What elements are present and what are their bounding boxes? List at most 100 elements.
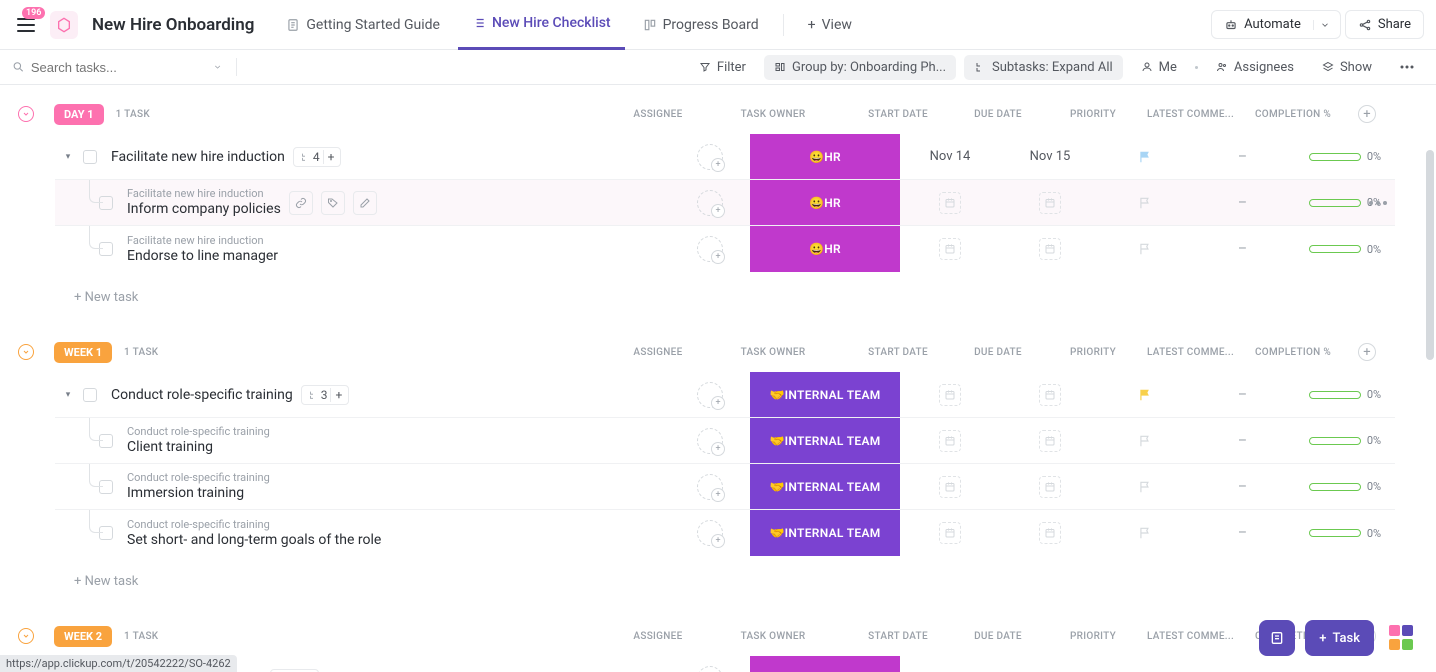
task-owner-cell[interactable]: 🤝INTERNAL TEAM	[750, 372, 900, 417]
new-task-button[interactable]: + New task	[0, 563, 1436, 599]
priority-flag-icon[interactable]	[1138, 388, 1152, 402]
priority-cell[interactable]	[1100, 134, 1190, 179]
subtask-row[interactable]: Facilitate new hire induction Endorse to…	[55, 226, 1395, 272]
more-options-button[interactable]	[1390, 60, 1424, 74]
due-date-cell[interactable]	[1000, 418, 1100, 463]
priority-cell[interactable]	[1100, 656, 1190, 672]
task-row[interactable]: ▾ Track onboarding period 3 + 😀HR Nov 14…	[55, 656, 1395, 672]
add-view-button[interactable]: + View	[794, 0, 866, 50]
subtask-row[interactable]: Conduct role-specific training Immersion…	[55, 464, 1395, 510]
copy-link-button[interactable]	[289, 191, 313, 215]
priority-cell[interactable]	[1100, 180, 1190, 225]
start-date-cell[interactable]	[900, 464, 1000, 509]
task-owner-cell[interactable]: 🤝INTERNAL TEAM	[750, 418, 900, 463]
start-date-cell[interactable]	[900, 418, 1000, 463]
subtask-row[interactable]: Conduct role-specific training Set short…	[55, 510, 1395, 556]
expand-toggle[interactable]: ▾	[61, 390, 75, 400]
assignee-add[interactable]	[697, 144, 723, 170]
add-column-button[interactable]: +	[1358, 343, 1376, 361]
task-checkbox[interactable]	[83, 388, 97, 402]
filter-button[interactable]: Filter	[689, 55, 756, 80]
view-tab-checklist[interactable]: New Hire Checklist	[458, 0, 625, 50]
collapse-group-button[interactable]	[18, 628, 34, 644]
task-title[interactable]: Conduct role-specific training	[111, 387, 293, 403]
task-title[interactable]: Endorse to line manager	[127, 248, 278, 264]
assignee-add[interactable]	[697, 428, 723, 454]
start-date-cell[interactable]: Nov 14	[900, 656, 1000, 672]
scrollbar-thumb[interactable]	[1426, 150, 1434, 360]
task-checkbox[interactable]	[83, 150, 97, 164]
edit-button[interactable]	[353, 191, 377, 215]
group-by-button[interactable]: Group by: Onboarding Ph...	[764, 55, 956, 80]
task-title[interactable]: Inform company policies	[127, 201, 281, 217]
date-picker-empty[interactable]	[939, 430, 961, 452]
task-owner-cell[interactable]: 🤝INTERNAL TEAM	[750, 510, 900, 556]
due-date-cell[interactable]	[1000, 226, 1100, 272]
search-wrap[interactable]	[12, 60, 222, 75]
priority-flag-icon[interactable]	[1138, 480, 1152, 494]
due-date-cell[interactable]	[1000, 510, 1100, 556]
task-owner-cell[interactable]: 😀HR	[750, 134, 900, 179]
date-picker-empty[interactable]	[1039, 192, 1061, 214]
assignee-add[interactable]	[697, 382, 723, 408]
date-picker-empty[interactable]	[1039, 384, 1061, 406]
date-picker-empty[interactable]	[1039, 476, 1061, 498]
date-picker-empty[interactable]	[939, 192, 961, 214]
date-picker-empty[interactable]	[939, 238, 961, 260]
date-picker-empty[interactable]	[939, 522, 961, 544]
row-more-button[interactable]	[1369, 201, 1387, 205]
me-button[interactable]: Me	[1131, 55, 1187, 80]
assignee-add[interactable]	[697, 520, 723, 546]
priority-cell[interactable]	[1100, 510, 1190, 556]
priority-flag-icon[interactable]	[1138, 242, 1152, 256]
task-owner-cell[interactable]: 😀HR	[750, 180, 900, 225]
view-tab-board[interactable]: Progress Board	[629, 0, 773, 50]
scrollbar-track[interactable]	[1426, 90, 1434, 650]
due-date-cell[interactable]	[1000, 464, 1100, 509]
priority-flag-icon[interactable]	[1138, 434, 1152, 448]
task-title[interactable]: Set short- and long-term goals of the ro…	[127, 532, 381, 548]
app-grid-button[interactable]	[1384, 620, 1420, 656]
new-task-button[interactable]: + Task	[1305, 620, 1374, 656]
assignee-add[interactable]	[697, 190, 723, 216]
subtask-count[interactable]: 3 +	[301, 385, 350, 405]
page-title[interactable]: New Hire Onboarding	[92, 15, 254, 35]
assignee-add[interactable]	[697, 474, 723, 500]
priority-cell[interactable]	[1100, 418, 1190, 463]
new-task-button[interactable]: + New task	[0, 279, 1436, 315]
priority-flag-icon[interactable]	[1138, 196, 1152, 210]
priority-cell[interactable]	[1100, 372, 1190, 417]
task-owner-cell[interactable]: 😀HR	[750, 656, 900, 672]
task-row[interactable]: ▾ Conduct role-specific training 3 + 🤝IN…	[55, 372, 1395, 418]
subtask-row[interactable]: Conduct role-specific training Client tr…	[55, 418, 1395, 464]
task-row[interactable]: ▾ Facilitate new hire induction 4 + 😀HR …	[55, 134, 1395, 180]
due-date-cell[interactable]: Nov 15	[1000, 134, 1100, 179]
date-picker-empty[interactable]	[939, 384, 961, 406]
chevron-down-icon[interactable]	[213, 62, 222, 72]
start-date-cell[interactable]	[900, 510, 1000, 556]
expand-toggle[interactable]: ▾	[61, 152, 75, 162]
task-owner-cell[interactable]: 🤝INTERNAL TEAM	[750, 464, 900, 509]
priority-cell[interactable]	[1100, 226, 1190, 272]
date-picker-empty[interactable]	[1039, 238, 1061, 260]
collapse-group-button[interactable]	[18, 106, 34, 122]
subtask-row[interactable]: Facilitate new hire induction Inform com…	[55, 180, 1395, 226]
priority-cell[interactable]	[1100, 464, 1190, 509]
share-button[interactable]: Share	[1345, 10, 1424, 39]
collapse-group-button[interactable]	[18, 344, 34, 360]
start-date-cell[interactable]: Nov 14	[900, 134, 1000, 179]
due-date-cell[interactable]	[1000, 180, 1100, 225]
subtask-count[interactable]: 3 +	[270, 669, 319, 672]
show-button[interactable]: Show	[1312, 55, 1382, 80]
automate-button[interactable]: Automate	[1211, 10, 1341, 39]
start-date-cell[interactable]	[900, 226, 1000, 272]
group-pill[interactable]: WEEK 2	[54, 626, 112, 647]
group-pill[interactable]: WEEK 1	[54, 342, 112, 363]
clip-note-button[interactable]	[1259, 620, 1295, 656]
task-title[interactable]: Immersion training	[127, 485, 270, 501]
view-tab-guide[interactable]: Getting Started Guide	[272, 0, 454, 50]
task-owner-cell[interactable]: 😀HR	[750, 226, 900, 272]
assignees-button[interactable]: Assignees	[1206, 55, 1304, 80]
date-picker-empty[interactable]	[1039, 430, 1061, 452]
add-column-button[interactable]: +	[1358, 105, 1376, 123]
